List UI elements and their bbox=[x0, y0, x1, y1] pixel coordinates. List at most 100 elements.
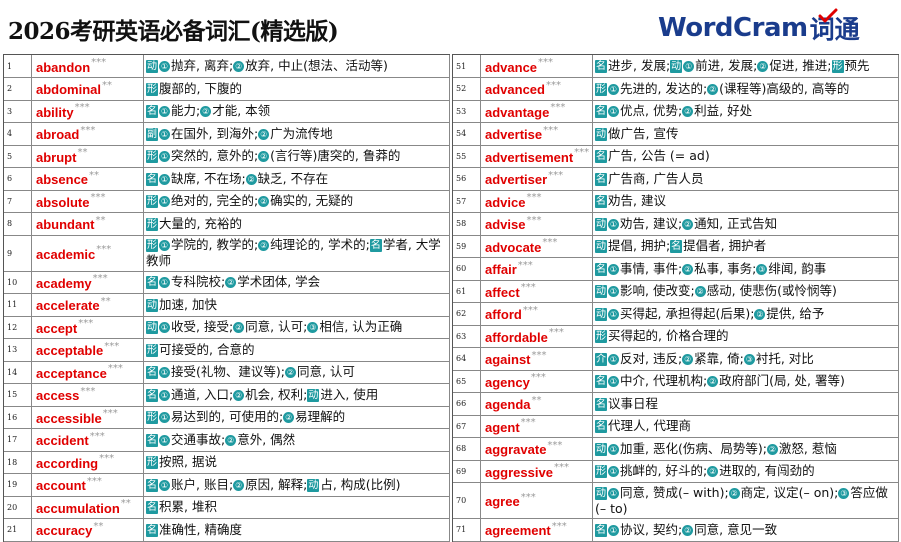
sense-text: 衬托, 对比 bbox=[755, 350, 814, 366]
definition: 动 ① 收受, 接受; ② 同意, 认可; ③ 相信, 认为正确 bbox=[143, 316, 450, 339]
entry-number: 59 bbox=[453, 235, 481, 258]
pos-badge: 名 bbox=[595, 172, 607, 186]
headword-cell: access*** bbox=[31, 383, 144, 407]
headword-cell: affect*** bbox=[480, 280, 593, 303]
definition: 名广告商, 广告人员 bbox=[592, 167, 899, 191]
entry-number: 57 bbox=[453, 190, 481, 213]
headword-cell: agenda** bbox=[480, 392, 593, 416]
sense-text: 进取的, 有闯劲的 bbox=[719, 463, 815, 479]
sense-number: ② bbox=[728, 487, 740, 499]
headword: affair bbox=[485, 262, 517, 278]
frequency-stars: ** bbox=[89, 169, 100, 181]
headword-cell: absence** bbox=[31, 167, 144, 191]
frequency-stars: *** bbox=[550, 102, 566, 114]
definition: 名准确性, 精确度 bbox=[143, 518, 450, 542]
sense-number: ② bbox=[233, 479, 245, 491]
sense-number: ② bbox=[233, 389, 245, 401]
definition: 名 ① 缺席, 不在场; ② 缺乏, 不存在 bbox=[143, 167, 450, 191]
frequency-stars: *** bbox=[107, 363, 123, 375]
pos-badge: 动 bbox=[307, 478, 320, 492]
definition: 形大量的, 充裕的 bbox=[143, 212, 450, 236]
definition: 名 ① 账户, 账目; ② 原因, 解释;动 占, 构成(比例) bbox=[143, 473, 450, 497]
sense-number: ① bbox=[159, 277, 170, 289]
headword-cell: abdominal** bbox=[31, 77, 144, 101]
entry-number: 53 bbox=[453, 100, 481, 123]
check-icon bbox=[818, 8, 838, 23]
sense-number: ① bbox=[159, 434, 170, 446]
headword-cell: accept*** bbox=[31, 316, 144, 339]
sense-text: 突然的, 意外的; bbox=[171, 148, 259, 164]
entry-number: 14 bbox=[4, 361, 32, 384]
sense-text: 前进, 发展; bbox=[695, 58, 758, 73]
pos-badge: 动 bbox=[595, 240, 607, 254]
headword: accelerate bbox=[36, 298, 100, 314]
sense-text: 进入, 使用 bbox=[320, 386, 379, 402]
headword: aggravate bbox=[485, 442, 547, 458]
sense-number: ② bbox=[757, 61, 769, 72]
sense-number: ① bbox=[159, 61, 170, 72]
frequency-stars: *** bbox=[538, 57, 554, 69]
entry-number: 51 bbox=[453, 55, 481, 78]
sense-number: ① bbox=[159, 412, 170, 424]
headword-cell: aggravate*** bbox=[480, 437, 593, 461]
sense-text: 大量的, 充裕的 bbox=[159, 215, 242, 231]
definition: 形按照, 据说 bbox=[143, 451, 450, 474]
definition: 动加速, 加快 bbox=[143, 293, 450, 317]
headword: affordable bbox=[485, 329, 548, 345]
sense-number: ② bbox=[754, 308, 766, 320]
sense-text: 占, 构成(比例) bbox=[320, 476, 401, 492]
sense-number: ① bbox=[608, 443, 619, 455]
headword-cell: aggressive*** bbox=[480, 460, 593, 483]
vocab-column-left: 1 abandon*** 动 ① 抛弃, 离弃; ② 放弃, 中止(想法、活动等) 2 abdo… bbox=[3, 54, 450, 542]
entry-number: 9 bbox=[4, 235, 32, 272]
frequency-stars: *** bbox=[522, 304, 538, 316]
sense-text: 提倡者, 拥护者 bbox=[683, 238, 767, 254]
sense-number: ① bbox=[159, 128, 170, 140]
definition: 动 ① 加重, 恶化(伤病、局势等); ② 激怒, 惹恼 bbox=[592, 437, 899, 461]
sense-text: 通知, 正式告知 bbox=[694, 215, 778, 231]
sense-text: 缺乏, 不存在 bbox=[257, 170, 329, 186]
definition: 名议事日程 bbox=[592, 392, 899, 416]
pos-badge: 名 bbox=[146, 501, 158, 515]
sense-number: ② bbox=[258, 151, 270, 163]
entry-number: 15 bbox=[4, 383, 32, 407]
entry-number: 52 bbox=[453, 77, 481, 101]
sense-number: ① bbox=[608, 218, 619, 230]
sense-number: ② bbox=[245, 173, 257, 185]
definition: 名进步, 发展;动 ① 前进, 发展; ② 促进, 推进;形 预先 bbox=[592, 55, 899, 78]
frequency-stars: *** bbox=[553, 462, 569, 474]
headword: absolute bbox=[36, 194, 90, 210]
vocab-row: 66 agenda** 名议事日程 bbox=[453, 392, 899, 416]
frequency-stars: *** bbox=[530, 372, 546, 384]
headword: acceptable bbox=[36, 343, 104, 359]
definition: 名 ① 能力; ② 才能, 本领 bbox=[143, 100, 450, 123]
pos-badge: 动 bbox=[146, 321, 158, 335]
frequency-stars: ** bbox=[531, 394, 542, 406]
frequency-stars: ** bbox=[120, 498, 131, 510]
entry-number: 66 bbox=[453, 392, 481, 416]
frequency-stars: *** bbox=[80, 124, 96, 136]
entry-number: 61 bbox=[453, 280, 481, 303]
pos-badge: 名 bbox=[146, 172, 158, 186]
sense-text: 易达到的, 可使用的; bbox=[171, 409, 284, 425]
headword: abrupt bbox=[36, 149, 77, 165]
vocab-row: 14 acceptance*** 名 ① 接受(礼物、建议等); ② 同意, 认可 bbox=[4, 361, 450, 384]
sense-text: 协议, 契约; bbox=[620, 521, 683, 537]
vocab-row: 55 advertisement*** 名广告, 公告 (= ad) bbox=[453, 145, 899, 168]
definition: 形 ① 绝对的, 完全的; ② 确实的, 无疑的 bbox=[143, 190, 450, 213]
sense-text: 收受, 接受; bbox=[171, 319, 234, 335]
headword: accept bbox=[36, 320, 78, 336]
entry-number: 20 bbox=[4, 496, 32, 519]
pos-badge: 形 bbox=[146, 195, 158, 209]
headword-cell: advance*** bbox=[480, 55, 593, 78]
entry-number: 7 bbox=[4, 190, 32, 213]
headword-cell: accuracy** bbox=[31, 518, 144, 542]
sense-text: 账户, 账目; bbox=[171, 476, 234, 492]
headword-cell: accumulation** bbox=[31, 496, 144, 519]
headword: abandon bbox=[36, 59, 91, 75]
wordcram-logo: WordCram词通 bbox=[658, 8, 860, 48]
vocab-row: 4 abroad*** 副 ① 在国外, 到海外; ② 广为流传地 bbox=[4, 122, 450, 146]
frequency-stars: *** bbox=[89, 430, 105, 442]
headword-cell: agree*** bbox=[480, 482, 593, 519]
headword: accumulation bbox=[36, 500, 120, 516]
